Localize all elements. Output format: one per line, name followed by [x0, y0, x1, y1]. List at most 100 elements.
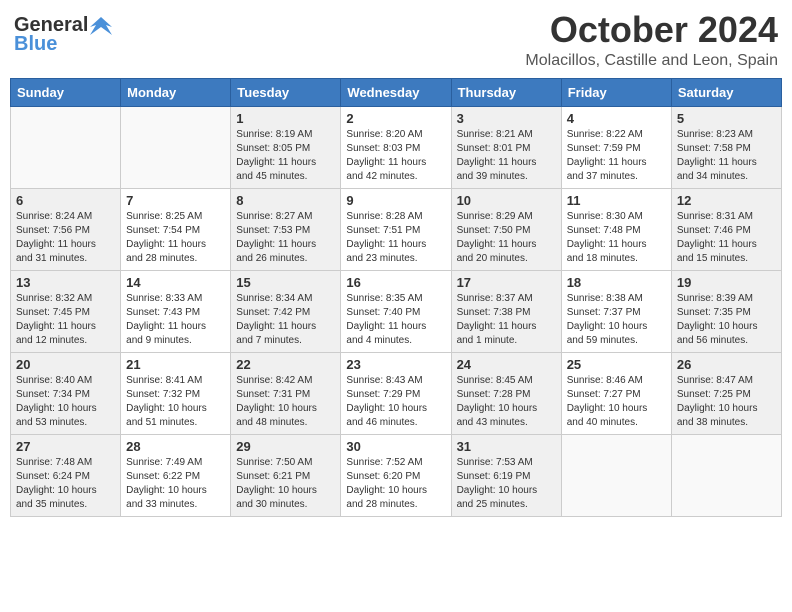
calendar-week-row: 20Sunrise: 8:40 AMSunset: 7:34 PMDayligh…: [11, 352, 782, 434]
sunset-text: Sunset: 8:01 PM: [457, 143, 531, 154]
day-number: 13: [16, 275, 115, 290]
calendar-cell: 20Sunrise: 8:40 AMSunset: 7:34 PMDayligh…: [11, 352, 121, 434]
sunrise-text: Sunrise: 8:33 AM: [126, 293, 202, 304]
calendar-cell: [121, 106, 231, 188]
calendar-cell: 12 Sunrise: 8:31 AMSunset: 7:46 PMDayligh…: [671, 188, 781, 270]
sunrise-text: Sunrise: 7:49 AM: [126, 457, 202, 468]
daylight-text: Daylight: 10 hours and 35 minutes.: [16, 485, 97, 510]
calendar-cell: 24Sunrise: 8:45 AMSunset: 7:28 PMDayligh…: [451, 352, 561, 434]
sunrise-text: Sunrise: 8:39 AM: [677, 293, 753, 304]
sunset-text: Sunset: 6:20 PM: [346, 471, 420, 482]
calendar-cell: 31Sunrise: 7:53 AMSunset: 6:19 PMDayligh…: [451, 434, 561, 516]
calendar-day-header: Wednesday: [341, 78, 451, 106]
daylight-text: Daylight: 10 hours and 46 minutes.: [346, 403, 427, 428]
daylight-text: Daylight: 10 hours and 38 minutes.: [677, 403, 758, 428]
calendar-day-header: Friday: [561, 78, 671, 106]
calendar-cell: 19 Sunrise: 8:39 AM Sunset: 7:35 PM Dayligh…: [671, 270, 781, 352]
calendar-week-row: 1 Sunrise: 8:19 AMSunset: 8:05 PMDaylight…: [11, 106, 782, 188]
sunrise-text: Sunrise: 8:32 AM: [16, 293, 92, 304]
sunrise-text: Sunrise: 8:37 AM: [457, 293, 533, 304]
day-number: 11: [567, 193, 666, 208]
sunset-text: Sunset: 6:24 PM: [16, 471, 90, 482]
daylight-text: Daylight: 11 hours and 12 minutes.: [16, 321, 96, 346]
calendar-cell: 7Sunrise: 8:25 AMSunset: 7:54 PMDaylight…: [121, 188, 231, 270]
daylight-text: Daylight: 10 hours and 56 minutes.: [677, 321, 758, 346]
cell-info: Sunrise: 7:50 AMSunset: 6:21 PMDaylight:…: [236, 456, 335, 512]
month-year-title: October 2024: [525, 10, 778, 50]
daylight-text: Daylight: 11 hours and 31 minutes.: [16, 239, 96, 264]
day-number: 22: [236, 357, 335, 372]
sunset-text: Sunset: 6:22 PM: [126, 471, 200, 482]
sunrise-text: Sunrise: 8:46 AM: [567, 375, 643, 386]
cell-info: Sunrise: 8:47 AMSunset: 7:25 PMDaylight:…: [677, 374, 776, 430]
cell-info: Sunrise: 8:35 AMSunset: 7:40 PMDaylight:…: [346, 292, 445, 348]
daylight-text: Daylight: 10 hours and 40 minutes.: [567, 403, 648, 428]
calendar-cell: 13 Sunrise: 8:32 AM Sunset: 7:45 PM Dayligh…: [11, 270, 121, 352]
cell-info: Sunrise: 8:19 AMSunset: 8:05 PMDaylight:…: [236, 128, 335, 184]
sunset-text: Sunset: 7:35 PM: [677, 307, 751, 318]
sunrise-text: Sunrise: 8:40 AM: [16, 375, 92, 386]
day-number: 20: [16, 357, 115, 372]
day-number: 2: [346, 111, 445, 126]
calendar-cell: 23Sunrise: 8:43 AMSunset: 7:29 PMDayligh…: [341, 352, 451, 434]
calendar-day-header: Tuesday: [231, 78, 341, 106]
day-number: 17: [457, 275, 556, 290]
calendar-cell: [561, 434, 671, 516]
title-section: October 2024 Molacillos, Castille and Le…: [525, 10, 778, 70]
calendar-header-row: SundayMondayTuesdayWednesdayThursdayFrid…: [11, 78, 782, 106]
day-number: 8: [236, 193, 335, 208]
daylight-text: Daylight: 11 hours and 15 minutes.: [677, 239, 757, 264]
calendar-cell: 14Sunrise: 8:33 AMSunset: 7:43 PMDayligh…: [121, 270, 231, 352]
day-number: 14: [126, 275, 225, 290]
daylight-text: Daylight: 11 hours and 34 minutes.: [677, 157, 757, 182]
sunrise-text: Sunrise: 8:29 AM: [457, 211, 533, 222]
daylight-text: Daylight: 11 hours and 37 minutes.: [567, 157, 647, 182]
cell-info: Sunrise: 8:46 AMSunset: 7:27 PMDaylight:…: [567, 374, 666, 430]
sunset-text: Sunset: 7:45 PM: [16, 307, 90, 318]
calendar-table: SundayMondayTuesdayWednesdayThursdayFrid…: [10, 78, 782, 517]
day-number: 1: [236, 111, 335, 126]
cell-info: Sunrise: 8:37 AMSunset: 7:38 PMDaylight:…: [457, 292, 556, 348]
calendar-cell: 1 Sunrise: 8:19 AMSunset: 8:05 PMDaylight…: [231, 106, 341, 188]
daylight-text: Daylight: 10 hours and 51 minutes.: [126, 403, 207, 428]
day-number: 23: [346, 357, 445, 372]
calendar-week-row: 13 Sunrise: 8:32 AM Sunset: 7:45 PM Dayligh…: [11, 270, 782, 352]
cell-info: Sunrise: 8:28 AMSunset: 7:51 PMDaylight:…: [346, 210, 445, 266]
daylight-text: Daylight: 11 hours and 4 minutes.: [346, 321, 426, 346]
calendar-cell: 2Sunrise: 8:20 AMSunset: 8:03 PMDaylight…: [341, 106, 451, 188]
cell-info: Sunrise: 8:31 AMSunset: 7:46 PMDaylight:…: [677, 210, 776, 266]
calendar-cell: 5Sunrise: 8:23 AMSunset: 7:58 PMDaylight…: [671, 106, 781, 188]
calendar-cell: [11, 106, 121, 188]
cell-info: Sunrise: 8:39 AM Sunset: 7:35 PM Daylight:…: [677, 292, 776, 348]
sunrise-text: Sunrise: 7:53 AM: [457, 457, 533, 468]
sunset-text: Sunset: 6:19 PM: [457, 471, 531, 482]
sunrise-text: Sunrise: 7:48 AM: [16, 457, 92, 468]
logo-bird-icon: [90, 17, 112, 35]
calendar-day-header: Monday: [121, 78, 231, 106]
day-number: 26: [677, 357, 776, 372]
sunset-text: Sunset: 7:32 PM: [126, 389, 200, 400]
daylight-text: Daylight: 11 hours and 7 minutes.: [236, 321, 316, 346]
day-number: 6: [16, 193, 115, 208]
daylight-text: Daylight: 11 hours and 28 minutes.: [126, 239, 206, 264]
sunrise-text: Sunrise: 8:34 AM: [236, 293, 312, 304]
calendar-cell: 4Sunrise: 8:22 AMSunset: 7:59 PMDaylight…: [561, 106, 671, 188]
cell-info: Sunrise: 8:38 AMSunset: 7:37 PMDaylight:…: [567, 292, 666, 348]
sunrise-text: Sunrise: 8:42 AM: [236, 375, 312, 386]
sunrise-text: Sunrise: 8:23 AM: [677, 129, 753, 140]
day-number: 4: [567, 111, 666, 126]
page-header: General Blue October 2024 Molacillos, Ca…: [10, 10, 782, 70]
daylight-text: Daylight: 10 hours and 59 minutes.: [567, 321, 648, 346]
daylight-text: Daylight: 10 hours and 30 minutes.: [236, 485, 317, 510]
daylight-text: Daylight: 11 hours and 18 minutes.: [567, 239, 647, 264]
cell-info: Sunrise: 7:49 AMSunset: 6:22 PMDaylight:…: [126, 456, 225, 512]
calendar-week-row: 6Sunrise: 8:24 AMSunset: 7:56 PMDaylight…: [11, 188, 782, 270]
sunset-text: Sunset: 7:51 PM: [346, 225, 420, 236]
sunrise-text: Sunrise: 8:31 AM: [677, 211, 753, 222]
cell-info: Sunrise: 8:23 AMSunset: 7:58 PMDaylight:…: [677, 128, 776, 184]
day-number: 12: [677, 193, 776, 208]
calendar-cell: 15Sunrise: 8:34 AMSunset: 7:42 PMDayligh…: [231, 270, 341, 352]
day-number: 30: [346, 439, 445, 454]
calendar-week-row: 27Sunrise: 7:48 AMSunset: 6:24 PMDayligh…: [11, 434, 782, 516]
day-number: 19: [677, 275, 776, 290]
